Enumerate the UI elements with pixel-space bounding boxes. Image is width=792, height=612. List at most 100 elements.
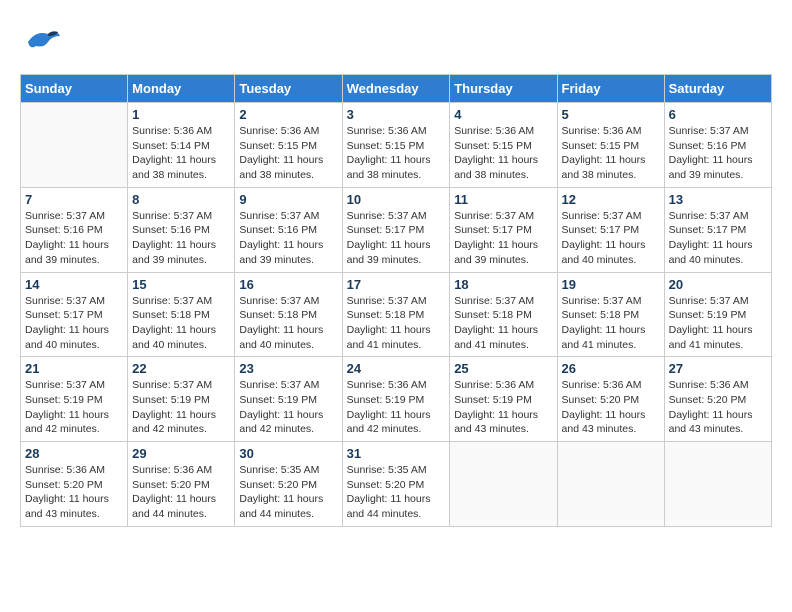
weekday-header-sunday: Sunday (21, 75, 128, 103)
day-number: 20 (669, 277, 767, 292)
day-number: 11 (454, 192, 552, 207)
day-number: 15 (132, 277, 230, 292)
day-number: 16 (239, 277, 337, 292)
day-number: 31 (347, 446, 446, 461)
calendar-cell: 17 Sunrise: 5:37 AM Sunset: 5:18 PM Dayli… (342, 272, 450, 357)
weekday-header-tuesday: Tuesday (235, 75, 342, 103)
day-number: 23 (239, 361, 337, 376)
day-info: Sunrise: 5:37 AM Sunset: 5:19 PM Dayligh… (239, 378, 337, 437)
calendar-cell: 3Sunrise: 5:36 AM Sunset: 5:15 PM Daylig… (342, 103, 450, 188)
day-number: 29 (132, 446, 230, 461)
calendar-cell: 25 Sunrise: 5:36 AM Sunset: 5:19 PM Dayli… (450, 357, 557, 442)
calendar-cell: 23 Sunrise: 5:37 AM Sunset: 5:19 PM Dayli… (235, 357, 342, 442)
calendar-cell (450, 442, 557, 527)
day-info: Sunrise: 5:37 AM Sunset: 5:17 PM Dayligh… (454, 209, 552, 268)
weekday-header-thursday: Thursday (450, 75, 557, 103)
calendar-cell: 12 Sunrise: 5:37 AM Sunset: 5:17 PM Dayli… (557, 187, 664, 272)
weekday-header-saturday: Saturday (664, 75, 771, 103)
day-number: 28 (25, 446, 123, 461)
day-number: 8 (132, 192, 230, 207)
calendar-cell: 21 Sunrise: 5:37 AM Sunset: 5:19 PM Dayli… (21, 357, 128, 442)
calendar-cell: 13 Sunrise: 5:37 AM Sunset: 5:17 PM Dayli… (664, 187, 771, 272)
day-number: 7 (25, 192, 123, 207)
day-info: Sunrise: 5:37 AM Sunset: 5:18 PM Dayligh… (347, 294, 446, 353)
day-info: Sunrise: 5:37 AM Sunset: 5:19 PM Dayligh… (132, 378, 230, 437)
day-info: Sunrise: 5:37 AM Sunset: 5:16 PM Dayligh… (132, 209, 230, 268)
logo-bird-icon (20, 20, 64, 64)
page-header (20, 20, 772, 64)
calendar-cell (557, 442, 664, 527)
day-info: Sunrise: 5:37 AM Sunset: 5:19 PM Dayligh… (25, 378, 123, 437)
calendar-cell: 18 Sunrise: 5:37 AM Sunset: 5:18 PM Dayli… (450, 272, 557, 357)
calendar-cell: 7 Sunrise: 5:37 AM Sunset: 5:16 PM Daylig… (21, 187, 128, 272)
calendar-cell: 1 Sunrise: 5:36 AM Sunset: 5:14 PM Daylig… (128, 103, 235, 188)
calendar-cell: 24Sunrise: 5:36 AM Sunset: 5:19 PM Dayli… (342, 357, 450, 442)
calendar-cell: 16 Sunrise: 5:37 AM Sunset: 5:18 PM Dayli… (235, 272, 342, 357)
calendar-week-row: 1 Sunrise: 5:36 AM Sunset: 5:14 PM Daylig… (21, 103, 772, 188)
day-number: 22 (132, 361, 230, 376)
calendar-week-row: 28 Sunrise: 5:36 AM Sunset: 5:20 PM Dayli… (21, 442, 772, 527)
day-number: 27 (669, 361, 767, 376)
calendar-cell: 28 Sunrise: 5:36 AM Sunset: 5:20 PM Dayli… (21, 442, 128, 527)
day-number: 10 (347, 192, 446, 207)
day-number: 6 (669, 107, 767, 122)
calendar-cell: 14 Sunrise: 5:37 AM Sunset: 5:17 PM Dayli… (21, 272, 128, 357)
day-number: 30 (239, 446, 337, 461)
day-number: 25 (454, 361, 552, 376)
calendar-week-row: 21 Sunrise: 5:37 AM Sunset: 5:19 PM Dayli… (21, 357, 772, 442)
day-info: Sunrise: 5:36 AM Sunset: 5:19 PM Dayligh… (454, 378, 552, 437)
day-info: Sunrise: 5:37 AM Sunset: 5:17 PM Dayligh… (347, 209, 446, 268)
day-info: Sunrise: 5:37 AM Sunset: 5:19 PM Dayligh… (669, 294, 767, 353)
calendar-cell: 2Sunrise: 5:36 AM Sunset: 5:15 PM Daylig… (235, 103, 342, 188)
calendar-cell: 10 Sunrise: 5:37 AM Sunset: 5:17 PM Dayli… (342, 187, 450, 272)
calendar-cell: 6Sunrise: 5:37 AM Sunset: 5:16 PM Daylig… (664, 103, 771, 188)
calendar-cell: 15 Sunrise: 5:37 AM Sunset: 5:18 PM Dayli… (128, 272, 235, 357)
day-info: Sunrise: 5:37 AM Sunset: 5:18 PM Dayligh… (454, 294, 552, 353)
weekday-header-monday: Monday (128, 75, 235, 103)
calendar-cell: 30 Sunrise: 5:35 AM Sunset: 5:20 PM Dayli… (235, 442, 342, 527)
day-number: 17 (347, 277, 446, 292)
weekday-header-friday: Friday (557, 75, 664, 103)
day-info: Sunrise: 5:36 AM Sunset: 5:15 PM Dayligh… (347, 124, 446, 183)
day-number: 24 (347, 361, 446, 376)
day-number: 13 (669, 192, 767, 207)
calendar-cell: 31 Sunrise: 5:35 AM Sunset: 5:20 PM Dayli… (342, 442, 450, 527)
calendar-cell: 27 Sunrise: 5:36 AM Sunset: 5:20 PM Dayli… (664, 357, 771, 442)
day-info: Sunrise: 5:36 AM Sunset: 5:20 PM Dayligh… (562, 378, 660, 437)
day-info: Sunrise: 5:37 AM Sunset: 5:18 PM Dayligh… (239, 294, 337, 353)
calendar-cell: 29Sunrise: 5:36 AM Sunset: 5:20 PM Dayli… (128, 442, 235, 527)
calendar-cell (21, 103, 128, 188)
day-info: Sunrise: 5:37 AM Sunset: 5:18 PM Dayligh… (132, 294, 230, 353)
logo (20, 20, 68, 64)
calendar-table: SundayMondayTuesdayWednesdayThursdayFrid… (20, 74, 772, 527)
day-info: Sunrise: 5:37 AM Sunset: 5:17 PM Dayligh… (669, 209, 767, 268)
day-number: 21 (25, 361, 123, 376)
calendar-cell: 5Sunrise: 5:36 AM Sunset: 5:15 PM Daylig… (557, 103, 664, 188)
day-info: Sunrise: 5:36 AM Sunset: 5:20 PM Dayligh… (669, 378, 767, 437)
calendar-header-row: SundayMondayTuesdayWednesdayThursdayFrid… (21, 75, 772, 103)
calendar-cell: 22 Sunrise: 5:37 AM Sunset: 5:19 PM Dayli… (128, 357, 235, 442)
day-number: 4 (454, 107, 552, 122)
calendar-cell: 11 Sunrise: 5:37 AM Sunset: 5:17 PM Dayli… (450, 187, 557, 272)
day-number: 9 (239, 192, 337, 207)
day-number: 19 (562, 277, 660, 292)
calendar-cell: 4 Sunrise: 5:36 AM Sunset: 5:15 PM Daylig… (450, 103, 557, 188)
calendar-week-row: 14 Sunrise: 5:37 AM Sunset: 5:17 PM Dayli… (21, 272, 772, 357)
weekday-header-wednesday: Wednesday (342, 75, 450, 103)
day-info: Sunrise: 5:36 AM Sunset: 5:15 PM Dayligh… (454, 124, 552, 183)
day-info: Sunrise: 5:37 AM Sunset: 5:16 PM Dayligh… (25, 209, 123, 268)
calendar-cell: 9Sunrise: 5:37 AM Sunset: 5:16 PM Daylig… (235, 187, 342, 272)
day-info: Sunrise: 5:35 AM Sunset: 5:20 PM Dayligh… (239, 463, 337, 522)
day-info: Sunrise: 5:37 AM Sunset: 5:17 PM Dayligh… (562, 209, 660, 268)
day-info: Sunrise: 5:36 AM Sunset: 5:20 PM Dayligh… (25, 463, 123, 522)
calendar-cell (664, 442, 771, 527)
day-number: 12 (562, 192, 660, 207)
day-number: 1 (132, 107, 230, 122)
day-number: 18 (454, 277, 552, 292)
day-info: Sunrise: 5:36 AM Sunset: 5:14 PM Dayligh… (132, 124, 230, 183)
day-number: 14 (25, 277, 123, 292)
day-info: Sunrise: 5:37 AM Sunset: 5:17 PM Dayligh… (25, 294, 123, 353)
calendar-cell: 8 Sunrise: 5:37 AM Sunset: 5:16 PM Daylig… (128, 187, 235, 272)
day-number: 5 (562, 107, 660, 122)
day-info: Sunrise: 5:35 AM Sunset: 5:20 PM Dayligh… (347, 463, 446, 522)
